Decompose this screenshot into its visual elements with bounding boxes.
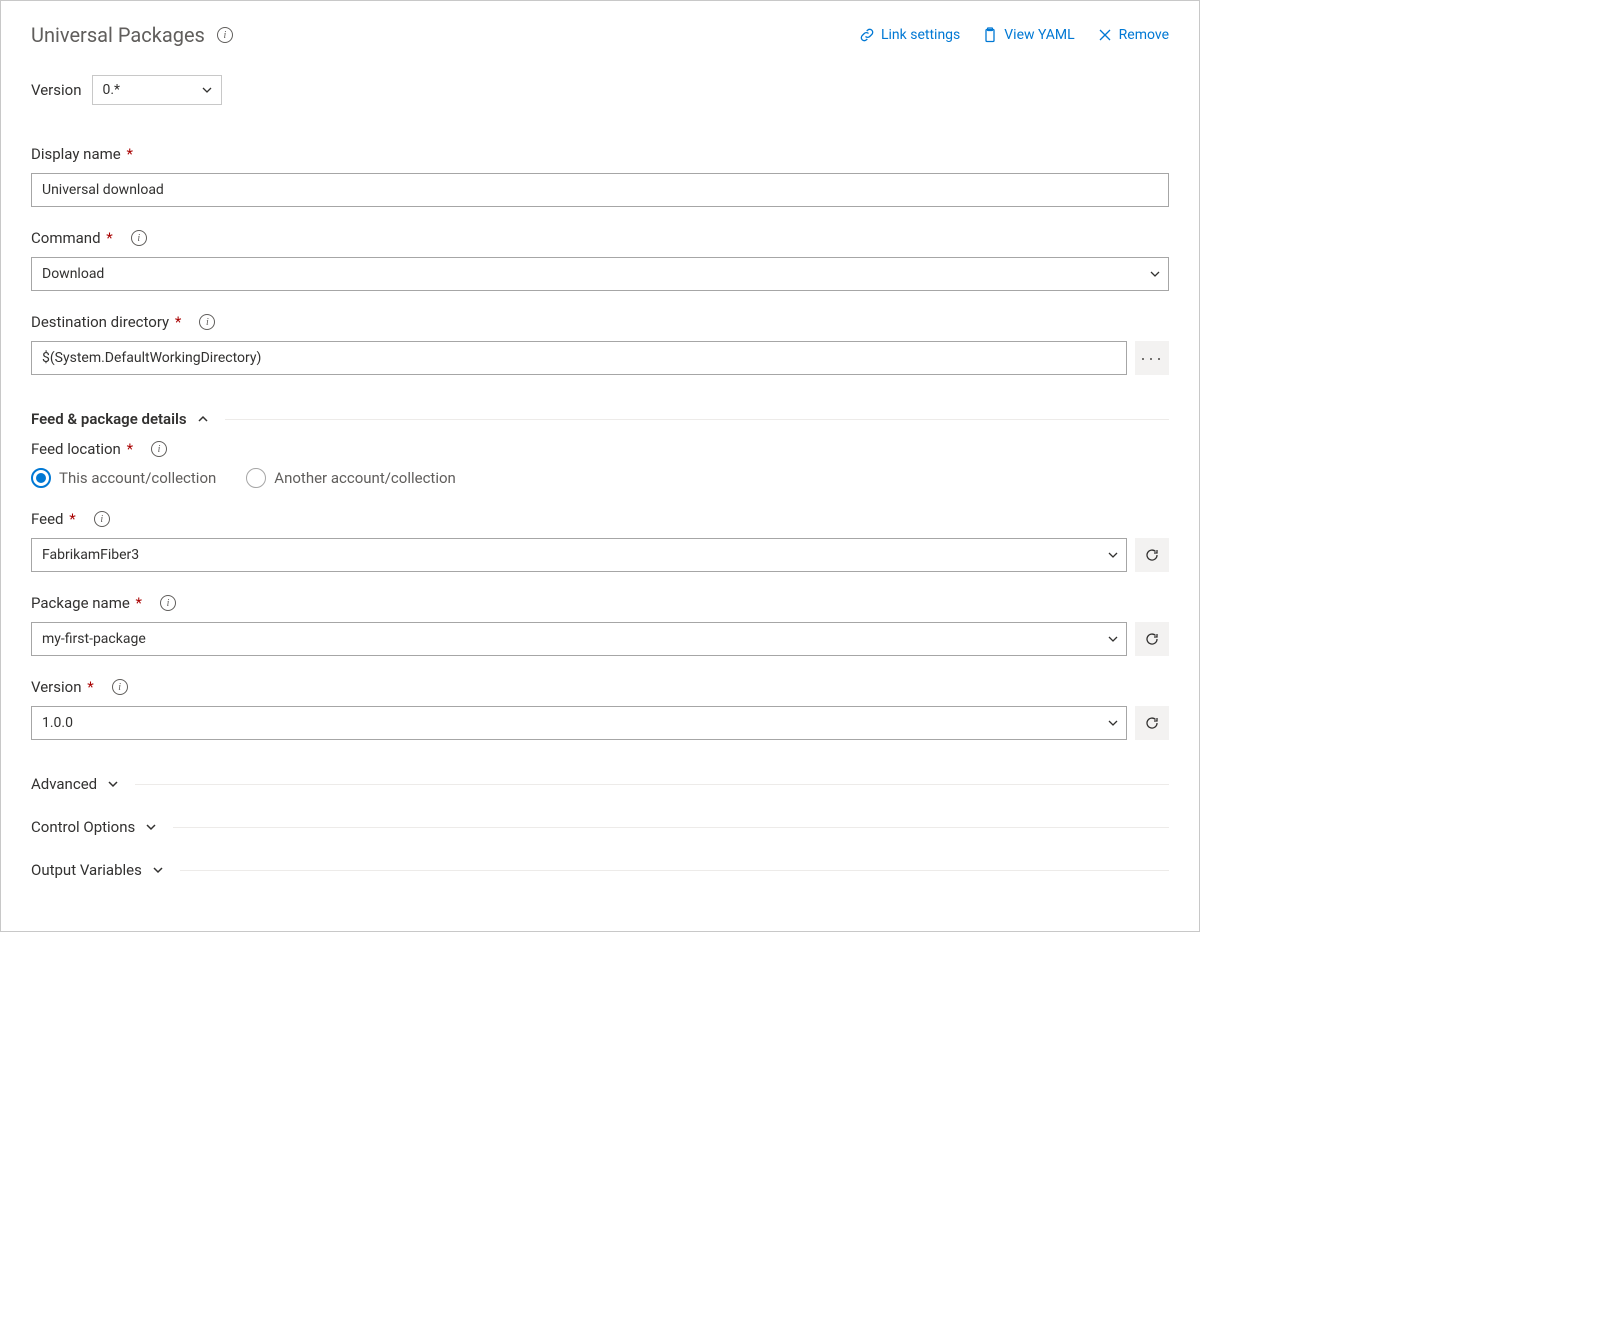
package-name-label: Package name * xyxy=(31,594,142,612)
version-select[interactable]: 1.0.0 xyxy=(31,706,1127,740)
radio-circle-icon xyxy=(31,468,51,488)
chevron-down-icon xyxy=(1107,549,1119,561)
collapsed-sections: Advanced Control Options Output Variable… xyxy=(31,762,1169,891)
command-label: Command * xyxy=(31,229,113,247)
chevron-down-icon xyxy=(201,84,213,96)
section-output-variables-label: Output Variables xyxy=(31,861,142,879)
chevron-down-icon xyxy=(1149,268,1161,280)
chevron-down-icon xyxy=(145,821,157,833)
ellipsis-icon: ··· xyxy=(1140,349,1164,367)
refresh-package-button[interactable] xyxy=(1135,622,1169,656)
destination-label: Destination directory * xyxy=(31,313,181,331)
info-icon[interactable]: i xyxy=(112,679,128,695)
chevron-down-icon xyxy=(152,864,164,876)
header-actions: Link settings View YAML Remove xyxy=(859,27,1169,43)
remove-button[interactable]: Remove xyxy=(1097,27,1169,43)
section-control-options-label: Control Options xyxy=(31,818,135,836)
command-value: Download xyxy=(42,266,104,282)
info-icon[interactable]: i xyxy=(131,230,147,246)
version-label: Version * xyxy=(31,678,94,696)
radio-another-account[interactable]: Another account/collection xyxy=(246,468,456,488)
link-settings-button[interactable]: Link settings xyxy=(859,27,960,43)
destination-input[interactable] xyxy=(31,341,1127,375)
feed-select[interactable]: FabrikamFiber3 xyxy=(31,538,1127,572)
section-rule xyxy=(180,870,1169,871)
feed-location-field: Feed location * i This account/collectio… xyxy=(31,440,1169,488)
command-field: Command * i Download xyxy=(31,229,1169,291)
section-rule xyxy=(173,827,1169,828)
refresh-feed-button[interactable] xyxy=(1135,538,1169,572)
feed-location-label: Feed location * xyxy=(31,440,133,458)
chevron-down-icon xyxy=(107,778,119,790)
info-icon[interactable]: i xyxy=(160,595,176,611)
task-version-value: 0.* xyxy=(103,82,121,98)
remove-label: Remove xyxy=(1119,27,1169,43)
section-advanced[interactable]: Advanced xyxy=(31,762,1169,805)
feed-field: Feed * i FabrikamFiber3 xyxy=(31,510,1169,572)
display-name-field: Display name * xyxy=(31,145,1169,207)
radio-circle-icon xyxy=(246,468,266,488)
title-wrap: Universal Packages i xyxy=(31,23,233,47)
destination-field: Destination directory * i ··· xyxy=(31,313,1169,375)
header-row: Universal Packages i Link settings View … xyxy=(31,23,1169,47)
view-yaml-button[interactable]: View YAML xyxy=(982,27,1074,43)
feed-label: Feed * xyxy=(31,510,76,528)
link-settings-label: Link settings xyxy=(881,27,960,43)
task-config-panel: Universal Packages i Link settings View … xyxy=(0,0,1200,932)
section-control-options[interactable]: Control Options xyxy=(31,805,1169,848)
feed-value: FabrikamFiber3 xyxy=(42,547,139,563)
package-name-value: my-first-package xyxy=(42,631,146,647)
info-icon[interactable]: i xyxy=(217,27,233,43)
browse-button[interactable]: ··· xyxy=(1135,341,1169,375)
section-advanced-label: Advanced xyxy=(31,775,97,793)
command-select[interactable]: Download xyxy=(31,257,1169,291)
chevron-down-icon xyxy=(1107,717,1119,729)
chevron-up-icon xyxy=(197,413,209,425)
view-yaml-label: View YAML xyxy=(1004,27,1074,43)
package-name-select[interactable]: my-first-package xyxy=(31,622,1127,656)
refresh-version-button[interactable] xyxy=(1135,706,1169,740)
info-icon[interactable]: i xyxy=(94,511,110,527)
version-field: Version * i 1.0.0 xyxy=(31,678,1169,740)
refresh-icon xyxy=(1144,547,1160,563)
display-name-label: Display name * xyxy=(31,145,133,163)
package-name-field: Package name * i my-first-package xyxy=(31,594,1169,656)
task-version-select[interactable]: 0.* xyxy=(92,75,222,105)
link-icon xyxy=(859,27,875,43)
radio-this-account[interactable]: This account/collection xyxy=(31,468,216,488)
section-output-variables[interactable]: Output Variables xyxy=(31,848,1169,891)
info-icon[interactable]: i xyxy=(151,441,167,457)
section-feed-details-label: Feed & package details xyxy=(31,410,187,428)
refresh-icon xyxy=(1144,631,1160,647)
close-icon xyxy=(1097,27,1113,43)
version-value: 1.0.0 xyxy=(42,715,73,731)
section-feed-details[interactable]: Feed & package details xyxy=(31,397,1169,440)
section-rule xyxy=(225,419,1169,420)
task-version-label: Version xyxy=(31,81,82,99)
display-name-input[interactable] xyxy=(31,173,1169,207)
refresh-icon xyxy=(1144,715,1160,731)
radio-this-label: This account/collection xyxy=(59,469,216,487)
page-title: Universal Packages xyxy=(31,23,205,47)
clipboard-icon xyxy=(982,27,998,43)
section-rule xyxy=(135,784,1169,785)
task-version-row: Version 0.* xyxy=(31,75,1169,105)
radio-another-label: Another account/collection xyxy=(274,469,456,487)
info-icon[interactable]: i xyxy=(199,314,215,330)
chevron-down-icon xyxy=(1107,633,1119,645)
